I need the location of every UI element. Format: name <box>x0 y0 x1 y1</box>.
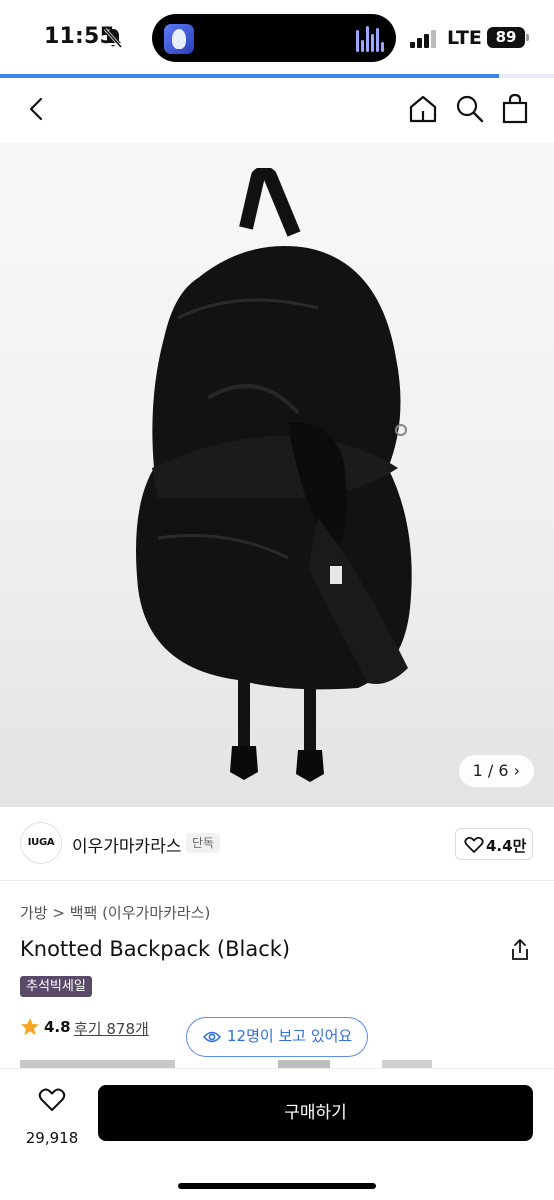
bottom-purchase-bar: 29,918 구매하기 <box>0 1068 554 1200</box>
brand-like-count: 4.4만 <box>486 837 527 855</box>
heart-icon <box>38 1088 66 1111</box>
product-image <box>136 168 412 782</box>
status-bar: 11:55 LTE 89 <box>0 0 554 76</box>
home-indicator[interactable] <box>178 1183 376 1189</box>
breadcrumb[interactable]: 가방 > 백팩 (이우가마카라스) <box>20 902 210 923</box>
buy-button[interactable]: 구매하기 <box>98 1085 533 1141</box>
product-title: Knotted Backpack (Black) <box>20 937 291 961</box>
audio-wave-icon <box>356 26 384 52</box>
heart-icon <box>464 836 484 853</box>
brand-logo[interactable]: IUGA <box>20 822 62 864</box>
brand-row[interactable]: IUGA 이우가마카라스 단독 4.4만 <box>0 807 554 881</box>
wishlist-button[interactable]: 29,918 <box>20 1083 84 1153</box>
viewers-text: 12명이 보고 있어요 <box>227 1027 353 1045</box>
rating-value: 4.8 <box>44 1018 71 1036</box>
viewers-toast: 12명이 보고 있어요 <box>186 1017 368 1057</box>
chevron-left-icon[interactable] <box>26 96 46 122</box>
signal-icon <box>410 30 438 48</box>
brand-like-button[interactable]: 4.4만 <box>455 828 533 860</box>
bell-off-icon <box>103 28 123 48</box>
shopping-bag-icon[interactable] <box>501 93 529 124</box>
sale-badge: 추석빅세일 <box>20 976 92 997</box>
app-thumbnail-icon <box>164 24 194 54</box>
review-link[interactable]: 후기 878개 <box>74 1018 149 1039</box>
battery-indicator: 89 <box>487 27 525 48</box>
dynamic-island[interactable] <box>152 14 396 62</box>
star-icon <box>21 1018 39 1035</box>
network-type: LTE <box>447 27 482 49</box>
exclusive-tag: 단독 <box>186 833 221 853</box>
gallery-page-counter[interactable]: 1 / 6 › <box>458 755 534 787</box>
battery-tip <box>526 34 529 41</box>
brand-name[interactable]: 이우가마카라스 <box>72 832 181 857</box>
product-image-gallery[interactable]: 1 / 6 › <box>0 142 554 807</box>
wishlist-count: 29,918 <box>25 1129 79 1147</box>
eye-icon <box>203 1031 221 1043</box>
top-nav <box>0 78 554 142</box>
share-icon[interactable] <box>510 939 530 961</box>
search-icon[interactable] <box>455 94 485 124</box>
home-icon[interactable] <box>408 94 438 124</box>
